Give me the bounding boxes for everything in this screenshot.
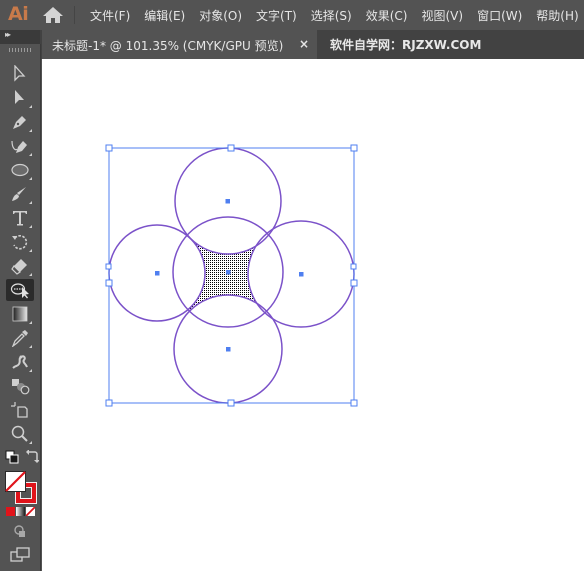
- artboard-tool[interactable]: [6, 399, 34, 421]
- handle-top-left[interactable]: [105, 144, 113, 152]
- handle-middle-left[interactable]: [105, 279, 113, 287]
- handle-bottom-center[interactable]: [227, 399, 235, 407]
- menu-type[interactable]: 文字(T): [256, 7, 297, 24]
- rotate-icon: [12, 235, 28, 250]
- artboard-icon: [11, 402, 28, 418]
- close-tab-button[interactable]: ×: [299, 37, 309, 51]
- menu-edit[interactable]: 编辑(E): [144, 7, 185, 24]
- selection-tool[interactable]: [6, 63, 34, 85]
- submenu-indicator: [29, 153, 32, 156]
- toolbar-header: ▸▸: [0, 30, 40, 44]
- artwork[interactable]: [42, 59, 584, 571]
- highlighted-region[interactable]: [160, 210, 300, 340]
- handle-top-right[interactable]: [350, 144, 358, 152]
- submenu-indicator: [29, 249, 32, 252]
- ellipse-tool[interactable]: [6, 159, 34, 181]
- rotate-tool[interactable]: [6, 231, 34, 253]
- center-point-bottom: [226, 347, 231, 352]
- toolbar-grip[interactable]: [9, 48, 31, 52]
- puppet-warp-icon: [12, 355, 28, 369]
- home-icon[interactable]: [42, 6, 64, 24]
- swap-colors-icon[interactable]: [25, 450, 39, 464]
- blend-tool[interactable]: [6, 375, 34, 397]
- document-tab-title[interactable]: 未标题-1* @ 101.35% (CMYK/GPU 预览): [52, 37, 283, 54]
- type-icon: [13, 211, 27, 226]
- center-point-right: [299, 272, 304, 277]
- default-colors-icon[interactable]: [5, 450, 19, 464]
- handle-middle-left-upper[interactable]: [105, 263, 112, 270]
- document-tab[interactable]: 未标题-1* @ 101.35% (CMYK/GPU 预览) ×: [42, 30, 317, 59]
- submenu-indicator: [29, 441, 32, 444]
- submenu-indicator: [29, 201, 32, 204]
- gradient-icon: [12, 306, 28, 322]
- handle-bottom-right[interactable]: [350, 399, 358, 407]
- screen-mode-icon[interactable]: [10, 547, 30, 563]
- color-mode-button[interactable]: [6, 507, 15, 516]
- submenu-indicator: [29, 177, 32, 180]
- arrow-filled-icon: [15, 90, 24, 104]
- eraser-icon: [11, 259, 27, 275]
- none-mode-button[interactable]: [26, 507, 35, 516]
- pen-icon: [13, 116, 26, 129]
- submenu-indicator: [29, 129, 32, 132]
- puppet-warp-tool[interactable]: [6, 351, 34, 373]
- type-tool[interactable]: [6, 207, 34, 229]
- eyedropper-tool[interactable]: [6, 327, 34, 349]
- curvature-pen-icon: [11, 140, 27, 153]
- color-mode-buttons: [6, 507, 35, 516]
- eraser-tool[interactable]: [6, 255, 34, 277]
- eyedropper-icon: [11, 330, 28, 347]
- shape-builder-icon: [10, 283, 29, 299]
- menu-bar: Ai 文件(F) 编辑(E) 对象(O) 文字(T) 选择(S) 效果(C) 视…: [0, 0, 584, 30]
- tools-panel: [0, 44, 41, 571]
- app-logo: Ai: [8, 3, 29, 25]
- blend-icon: [12, 379, 30, 395]
- submenu-indicator: [29, 345, 32, 348]
- submenu-indicator: [29, 273, 32, 276]
- arrow-outline-icon: [14, 65, 26, 82]
- handle-top-center[interactable]: [227, 144, 235, 152]
- submenu-indicator: [29, 321, 32, 324]
- menu-view[interactable]: 视图(V): [421, 7, 463, 24]
- fill-swatch[interactable]: [5, 471, 26, 492]
- menu-object[interactable]: 对象(O): [199, 7, 242, 24]
- ellipse-icon: [11, 163, 29, 177]
- brush-icon: [12, 187, 26, 201]
- magnifier-icon: [11, 425, 28, 442]
- handle-bottom-left[interactable]: [105, 399, 113, 407]
- drawing-mode-icon[interactable]: [13, 524, 27, 538]
- menu-effect[interactable]: 效果(C): [366, 7, 408, 24]
- menu-items: 文件(F) 编辑(E) 对象(O) 文字(T) 选择(S) 效果(C) 视图(V…: [90, 0, 584, 30]
- submenu-indicator: [29, 225, 32, 228]
- collapse-toolbar-button[interactable]: ▸▸: [5, 30, 11, 39]
- direct-selection-tool[interactable]: [6, 87, 34, 109]
- watermark-text: 软件自学网：RJZXW.COM: [330, 38, 482, 52]
- curvature-tool[interactable]: [6, 135, 34, 157]
- menu-window[interactable]: 窗口(W): [477, 7, 522, 24]
- center-point-left: [155, 271, 160, 276]
- handle-middle-right-upper[interactable]: [350, 263, 357, 270]
- gradient-mode-button[interactable]: [16, 507, 25, 516]
- menu-divider: [74, 6, 75, 24]
- center-point-center: [226, 270, 231, 275]
- center-point-top: [225, 199, 230, 204]
- shape-builder-tool[interactable]: [6, 279, 34, 301]
- handle-middle-right[interactable]: [350, 279, 358, 287]
- canvas[interactable]: [42, 59, 584, 571]
- submenu-indicator: [29, 369, 32, 372]
- zoom-tool[interactable]: [6, 423, 34, 445]
- gradient-tool[interactable]: [6, 303, 34, 325]
- menu-file[interactable]: 文件(F): [90, 7, 130, 24]
- pen-tool[interactable]: [6, 111, 34, 133]
- submenu-indicator: [29, 105, 32, 108]
- paintbrush-tool[interactable]: [6, 183, 34, 205]
- menu-select[interactable]: 选择(S): [311, 7, 352, 24]
- menu-help[interactable]: 帮助(H): [536, 7, 578, 24]
